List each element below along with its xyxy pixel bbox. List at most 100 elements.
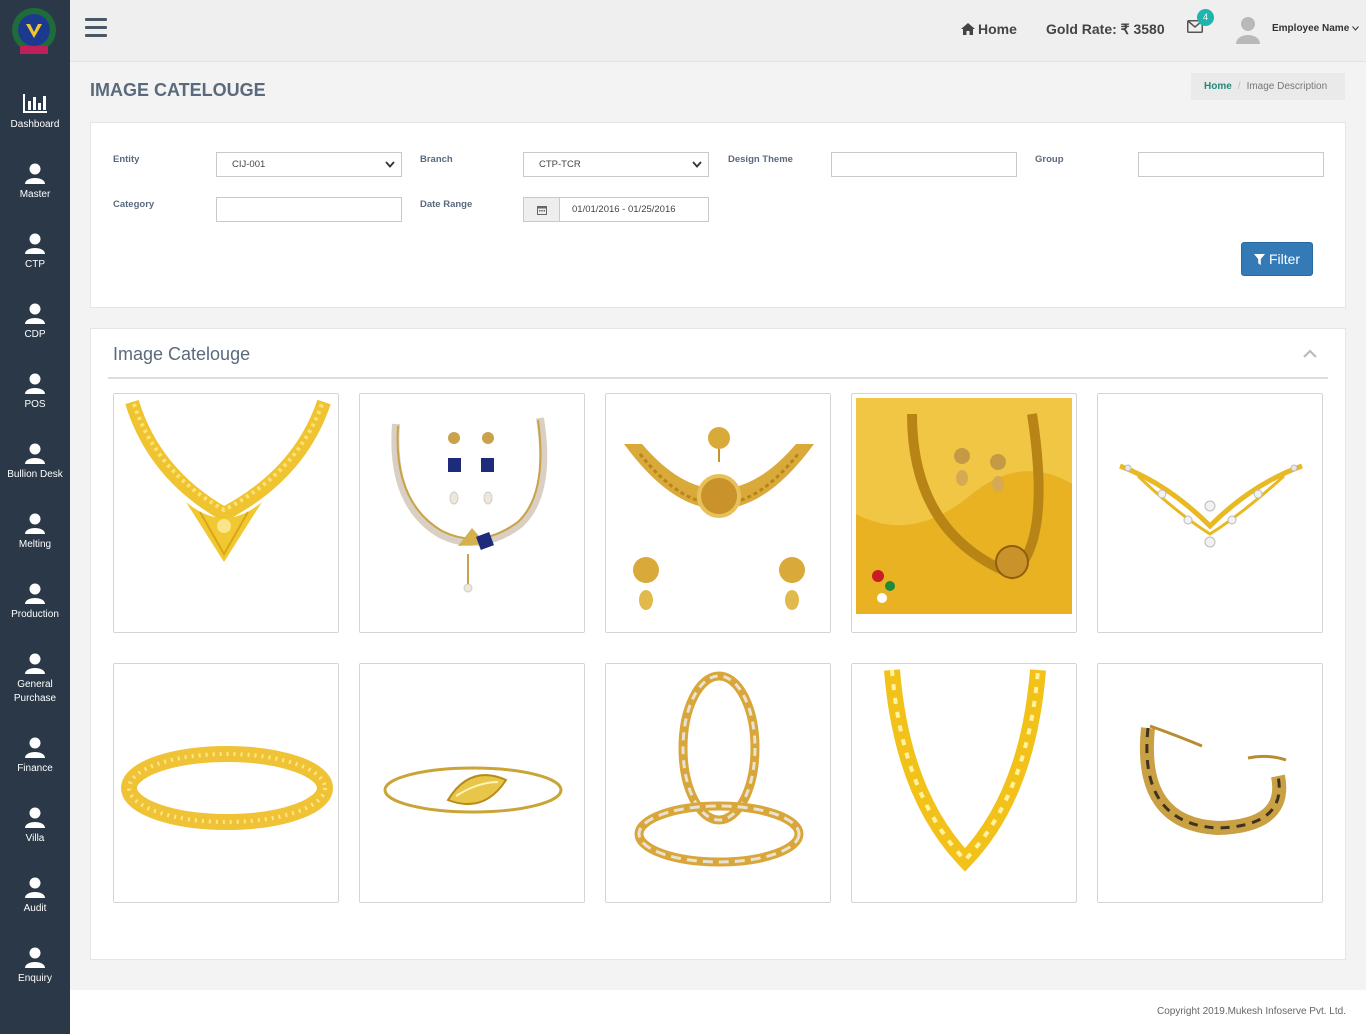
user-icon <box>25 303 45 324</box>
filter-button[interactable]: Filter <box>1241 242 1313 276</box>
user-icon <box>25 513 45 534</box>
diamond-gold-pendant-image <box>1119 463 1303 548</box>
chevron-down-icon <box>1352 26 1359 31</box>
sidebar-item-label: Melting <box>18 539 52 550</box>
design-theme-input[interactable] <box>831 152 1017 177</box>
temple-necklace-set-image <box>856 398 1072 614</box>
sapphire-necklace-set-image <box>391 417 548 593</box>
sidebar-item-audit[interactable]: Audit <box>0 876 70 916</box>
entity-label: Entity <box>113 154 140 165</box>
group-input[interactable] <box>1138 152 1324 177</box>
sidebar-item-label: Enquiry <box>18 973 52 984</box>
date-range-input[interactable]: 01/01/2016 - 01/25/2016 <box>523 197 709 222</box>
breadcrumb-separator: / <box>1237 81 1241 92</box>
sidebar-item-dashboard[interactable]: Dashboard <box>0 92 70 132</box>
sidebar-item-label: Dashboard <box>10 119 60 130</box>
catalog-panel: Image Catelouge <box>90 328 1346 960</box>
sidebar-item-master[interactable]: Master <box>0 162 70 202</box>
gold-link-bracelet-image <box>1139 724 1287 836</box>
calendar-icon <box>536 205 547 215</box>
category-label: Category <box>113 199 155 210</box>
gold-rate: Gold Rate: ₹ 3580 <box>1046 21 1165 37</box>
employee-menu[interactable]: Employee Name <box>1272 23 1359 34</box>
catalog-title: Image Catelouge <box>113 344 251 364</box>
page-title: IMAGE CATELOUGE <box>90 80 266 100</box>
user-icon <box>25 807 45 828</box>
sidebar-item-general-purchase[interactable]: General Purchase <box>0 652 70 706</box>
breadcrumb-home-link[interactable]: Home <box>1204 81 1232 92</box>
menu-toggle-icon[interactable] <box>85 18 107 38</box>
sidebar-item-melting[interactable]: Melting <box>0 512 70 552</box>
chevron-up-icon[interactable] <box>1303 349 1317 359</box>
sidebar-item-cdp[interactable]: CDP <box>0 302 70 342</box>
catalog-item-sapphire-necklace-set[interactable] <box>359 393 585 633</box>
breadcrumb: Home / Image Description <box>1191 73 1345 100</box>
two-tone-bangle-pair-image <box>634 671 804 867</box>
date-range-label: Date Range <box>420 199 473 210</box>
sidebar-item-label: CTP <box>25 259 45 270</box>
gold-leaf-necklace-image <box>125 399 331 562</box>
lion-emblem-logo-icon[interactable] <box>10 6 58 58</box>
sidebar-item-label: Production <box>11 609 59 620</box>
user-icon <box>25 653 45 674</box>
user-icon <box>25 163 45 184</box>
sidebar-item-bullion-desk[interactable]: Bullion Desk <box>0 442 70 482</box>
user-icon <box>25 737 45 758</box>
sidebar-item-pos[interactable]: POS <box>0 372 70 412</box>
group-label: Group <box>1035 154 1064 165</box>
catalog-item-two-tone-bangle-pair[interactable] <box>605 663 831 903</box>
avatar[interactable] <box>1236 16 1260 44</box>
filter-panel: Entity CIJ-001 Branch CTP-TCR Design The… <box>90 122 1346 308</box>
user-icon <box>25 583 45 604</box>
user-icon <box>25 443 45 464</box>
sidebar-item-production[interactable]: Production <box>0 582 70 622</box>
sidebar-item-ctp[interactable]: CTP <box>0 232 70 272</box>
sidebar-item-villa[interactable]: Villa <box>0 806 70 846</box>
mail-count-badge: 4 <box>1197 9 1214 26</box>
sidebar-item-label: General Purchase <box>13 679 57 704</box>
user-icon <box>25 373 45 394</box>
home-link[interactable]: Home <box>961 21 1017 37</box>
date-range-value: 01/01/2016 - 01/25/2016 <box>572 204 676 215</box>
branch-label: Branch <box>420 154 453 165</box>
sidebar-item-label: Villa <box>25 833 45 844</box>
sidebar-item-label: Audit <box>23 903 47 914</box>
sidebar-item-label: Finance <box>17 763 53 774</box>
user-icon <box>25 233 45 254</box>
entity-select[interactable]: CIJ-001 <box>216 152 402 177</box>
sidebar: Dashboard Master CTP CDP POS Bullion Des… <box>0 0 70 1034</box>
design-theme-label: Design Theme <box>728 154 793 165</box>
user-icon <box>25 947 45 968</box>
sidebar-item-label: CDP <box>24 329 46 340</box>
gold-curb-chain-image <box>884 669 1046 872</box>
catalog-item-diamond-gold-pendant[interactable] <box>1097 393 1323 633</box>
catalog-item-leaf-gold-bracelet[interactable] <box>359 663 585 903</box>
branch-select[interactable]: CTP-TCR <box>523 152 709 177</box>
gold-bangle-image <box>121 746 333 830</box>
sidebar-item-finance[interactable]: Finance <box>0 736 70 776</box>
home-icon <box>961 23 975 35</box>
chevron-down-icon <box>692 161 702 168</box>
breadcrumb-current: Image Description <box>1246 81 1328 92</box>
user-icon <box>25 877 45 898</box>
catalog-item-gold-curb-chain[interactable] <box>851 663 1077 903</box>
sidebar-item-label: POS <box>24 399 46 410</box>
catalog-item-gold-leaf-necklace[interactable] <box>113 393 339 633</box>
sidebar-item-enquiry[interactable]: Enquiry <box>0 946 70 986</box>
filter-icon <box>1253 253 1265 265</box>
footer: Copyright 2019.Mukesh Infoserve Pvt. Ltd… <box>70 990 1366 1034</box>
chevron-down-icon <box>385 161 395 168</box>
bridal-choker-set-image <box>624 427 814 610</box>
sidebar-item-label: Master <box>19 189 51 200</box>
bar-chart-icon <box>23 94 47 113</box>
copyright-text: Copyright 2019.Mukesh Infoserve Pvt. Ltd… <box>1157 1006 1346 1017</box>
catalog-item-gold-bangle[interactable] <box>113 663 339 903</box>
top-bar: Home Gold Rate: ₹ 3580 4 Employee Name <box>70 0 1366 62</box>
sidebar-item-label: Bullion Desk <box>7 469 63 480</box>
leaf-gold-bracelet-image <box>383 766 563 814</box>
catalog-item-gold-link-bracelet[interactable] <box>1097 663 1323 903</box>
calendar-icon-addon[interactable] <box>524 198 560 221</box>
category-input[interactable] <box>216 197 402 222</box>
catalog-item-bridal-choker-set[interactable] <box>605 393 831 633</box>
catalog-item-temple-necklace-set[interactable] <box>851 393 1077 633</box>
